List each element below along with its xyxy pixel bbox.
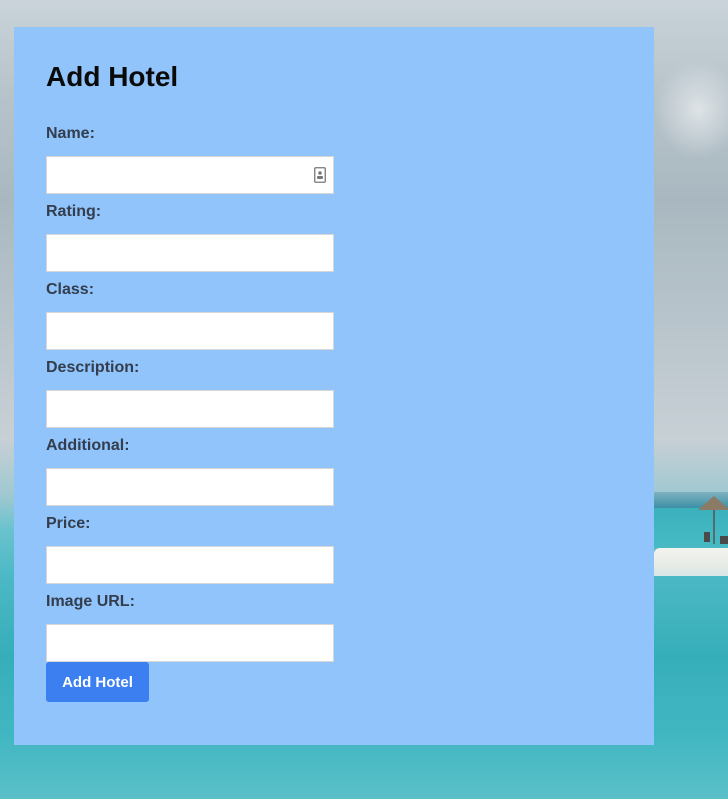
add-hotel-form: Name: Rating: Class: Description: Additi… — [46, 124, 622, 702]
description-input-wrap — [46, 390, 334, 428]
description-field-group: Description: — [46, 358, 622, 436]
background-cloud — [654, 60, 728, 160]
rating-input-wrap — [46, 234, 334, 272]
class-input[interactable] — [46, 312, 334, 350]
price-field-group: Price: — [46, 514, 622, 592]
rating-input[interactable] — [46, 234, 334, 272]
class-field-group: Class: — [46, 280, 622, 358]
description-input[interactable] — [46, 390, 334, 428]
page-title: Add Hotel — [46, 61, 179, 92]
rating-label: Rating: — [46, 203, 102, 220]
add-hotel-button[interactable]: Add Hotel — [46, 662, 149, 702]
class-input-wrap — [46, 312, 334, 350]
additional-label: Additional: — [46, 437, 130, 454]
additional-input-wrap — [46, 468, 334, 506]
price-input[interactable] — [46, 546, 334, 584]
price-label: Price: — [46, 515, 91, 532]
rating-field-group: Rating: — [46, 202, 622, 280]
additional-input[interactable] — [46, 468, 334, 506]
add-hotel-panel: Add Hotel Name: Rating: Class: Descripti… — [14, 27, 654, 745]
name-label: Name: — [46, 125, 95, 142]
description-label: Description: — [46, 359, 140, 376]
name-input-wrap — [46, 156, 334, 194]
additional-field-group: Additional: — [46, 436, 622, 514]
background-beach — [654, 548, 728, 576]
name-input[interactable] — [46, 156, 334, 194]
beach-umbrella-icon — [698, 496, 728, 544]
image-url-field-group: Image URL: — [46, 592, 622, 670]
price-input-wrap — [46, 546, 334, 584]
image-url-input[interactable] — [46, 624, 334, 662]
image-url-input-wrap — [46, 624, 334, 662]
image-url-label: Image URL: — [46, 593, 135, 610]
autofill-contact-icon[interactable] — [314, 167, 326, 183]
name-field-group: Name: — [46, 124, 622, 202]
class-label: Class: — [46, 281, 95, 298]
